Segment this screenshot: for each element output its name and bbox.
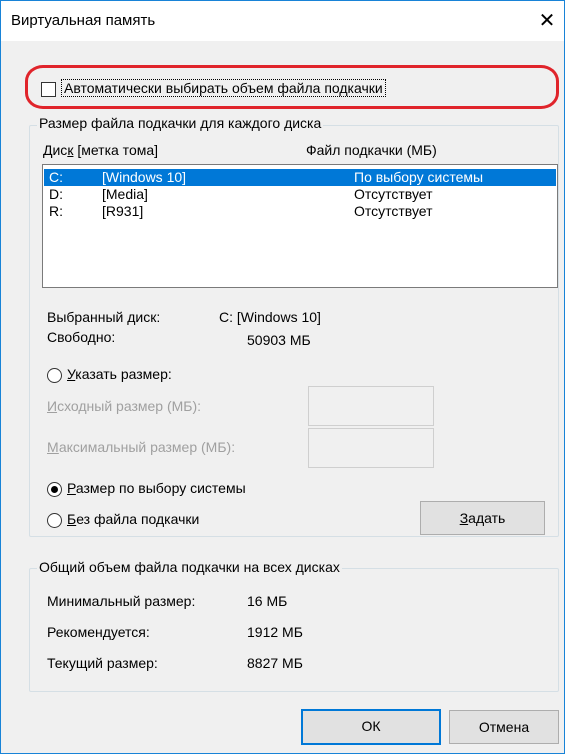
system-managed-label[interactable]: Размер по выбору системы bbox=[67, 480, 246, 496]
disk-row-c[interactable]: C: [Windows 10] По выбору системы bbox=[44, 169, 556, 186]
selected-disk-value: C: [Windows 10] bbox=[219, 309, 321, 325]
volume-label: [Media] bbox=[102, 186, 148, 202]
max-size-label: Максимальный размер (МБ): bbox=[47, 439, 236, 455]
virtual-memory-dialog: Виртуальная память ✕ Автоматически выбир… bbox=[0, 0, 565, 754]
custom-size-label[interactable]: Указать размер: bbox=[67, 366, 172, 382]
selected-disk-label: Выбранный диск: bbox=[47, 309, 161, 325]
system-managed-radio[interactable] bbox=[47, 482, 62, 497]
pagefile-size: По выбору системы bbox=[354, 169, 484, 185]
auto-manage-checkbox[interactable] bbox=[41, 82, 56, 97]
min-size-value: 16 МБ bbox=[247, 593, 288, 609]
title-bar[interactable]: Виртуальная память ✕ bbox=[1, 1, 564, 41]
max-size-input[interactable] bbox=[308, 428, 434, 468]
volume-label: [R931] bbox=[102, 203, 144, 219]
close-icon[interactable]: ✕ bbox=[536, 10, 558, 32]
free-space-label: Свободно: bbox=[47, 329, 116, 345]
recommended-label: Рекомендуется: bbox=[47, 624, 150, 640]
no-pagefile-label[interactable]: Без файла подкачки bbox=[67, 511, 199, 527]
disk-row-d[interactable]: D: [Media] Отсутствует bbox=[44, 186, 556, 203]
min-size-label: Минимальный размер: bbox=[47, 593, 196, 609]
column-header-disk: Диск [метка тома] bbox=[43, 142, 159, 158]
custom-size-radio[interactable] bbox=[47, 368, 62, 383]
current-size-label: Текущий размер: bbox=[47, 655, 158, 671]
pagefile-size: Отсутствует bbox=[354, 203, 433, 219]
auto-manage-label[interactable]: Автоматически выбирать объем файла подка… bbox=[61, 79, 386, 97]
pagefile-size: Отсутствует bbox=[354, 186, 433, 202]
no-pagefile-radio[interactable] bbox=[47, 513, 62, 528]
disk-mnemonic: к bbox=[67, 142, 74, 158]
drive-letter: D: bbox=[49, 186, 63, 202]
recommended-value: 1912 МБ bbox=[247, 624, 303, 640]
per-disk-group-title: Размер файла подкачки для каждого диска bbox=[37, 115, 324, 131]
drive-letter: C: bbox=[49, 169, 63, 185]
column-header-pagefile: Файл подкачки (МБ) bbox=[306, 142, 437, 158]
ok-button[interactable]: ОК bbox=[301, 709, 441, 745]
initial-size-label: Исходный размер (МБ): bbox=[47, 398, 202, 414]
set-button[interactable]: Задать bbox=[420, 501, 545, 535]
disk-list[interactable]: C: [Windows 10] По выбору системы D: [Me… bbox=[42, 164, 558, 288]
cancel-button[interactable]: Отмена bbox=[449, 710, 559, 744]
disk-row-r[interactable]: R: [R931] Отсутствует bbox=[44, 203, 556, 220]
total-group-title: Общий объем файла подкачки на всех диска… bbox=[37, 559, 342, 575]
volume-label: [Windows 10] bbox=[102, 169, 187, 185]
free-space-value: 50903 МБ bbox=[247, 332, 311, 348]
drive-letter: R: bbox=[49, 203, 63, 219]
initial-size-input[interactable] bbox=[308, 386, 434, 426]
window-title: Виртуальная память bbox=[11, 12, 156, 29]
current-size-value: 8827 МБ bbox=[247, 655, 303, 671]
